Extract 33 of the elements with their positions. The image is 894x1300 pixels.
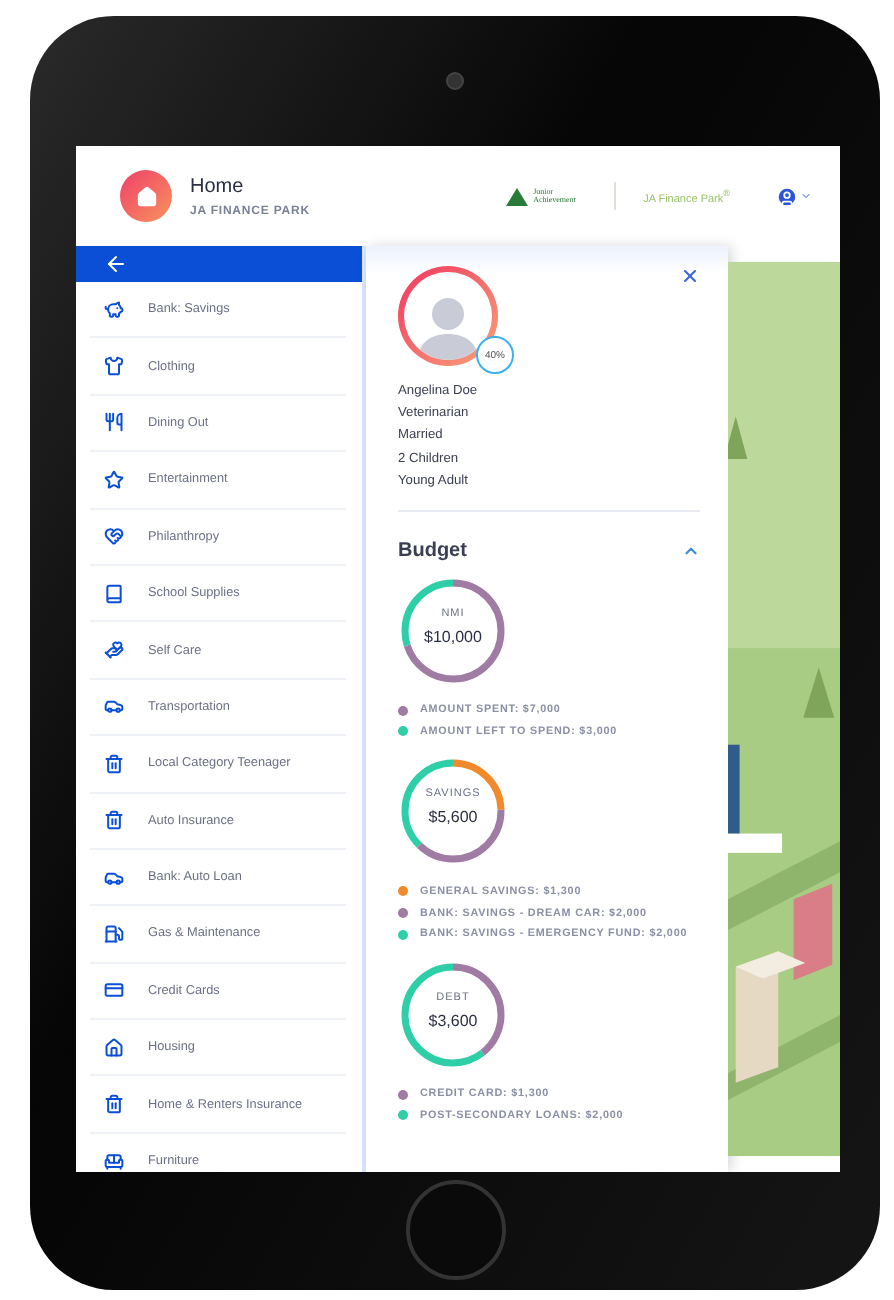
- page-title: Home: [190, 175, 246, 197]
- user-menu-button[interactable]: [776, 185, 812, 207]
- trash-can-icon: [104, 810, 124, 831]
- budget-heading: Budget: [398, 539, 467, 562]
- heart-handshake-icon: [104, 526, 124, 547]
- camera-dot: [446, 72, 464, 90]
- donut-drawing: [398, 575, 508, 686]
- piggy-bank-icon: [104, 299, 124, 320]
- donut-drawing: [398, 756, 508, 867]
- car-icon: [104, 867, 124, 888]
- car-icon: [104, 696, 124, 717]
- house-icon: [104, 1037, 124, 1058]
- hand-heart-icon: [104, 640, 124, 661]
- shirt-icon: [104, 356, 124, 377]
- donut-amount: $10,000: [422, 627, 484, 646]
- sofa-icon: [104, 1151, 124, 1172]
- triangle-logo-icon: [505, 187, 528, 205]
- donut-amount: $3,600: [426, 1011, 480, 1030]
- trash-can-icon: [104, 753, 124, 774]
- back-arrow-icon: [104, 252, 128, 276]
- fuel-pump-icon: [104, 923, 124, 944]
- book-icon: [104, 583, 124, 604]
- donut-amount: $5,600: [426, 808, 480, 827]
- star-icon: [104, 469, 124, 490]
- caret-icon: [800, 190, 812, 202]
- utensils-icon: [104, 412, 124, 433]
- close-button[interactable]: [680, 266, 700, 286]
- user-icon: [776, 185, 798, 207]
- trash-can-icon: [104, 1094, 124, 1115]
- close-icon: [680, 266, 700, 286]
- house-icon: [135, 185, 157, 207]
- donut-drawing: [398, 959, 508, 1070]
- credit-card-icon: [104, 980, 124, 1001]
